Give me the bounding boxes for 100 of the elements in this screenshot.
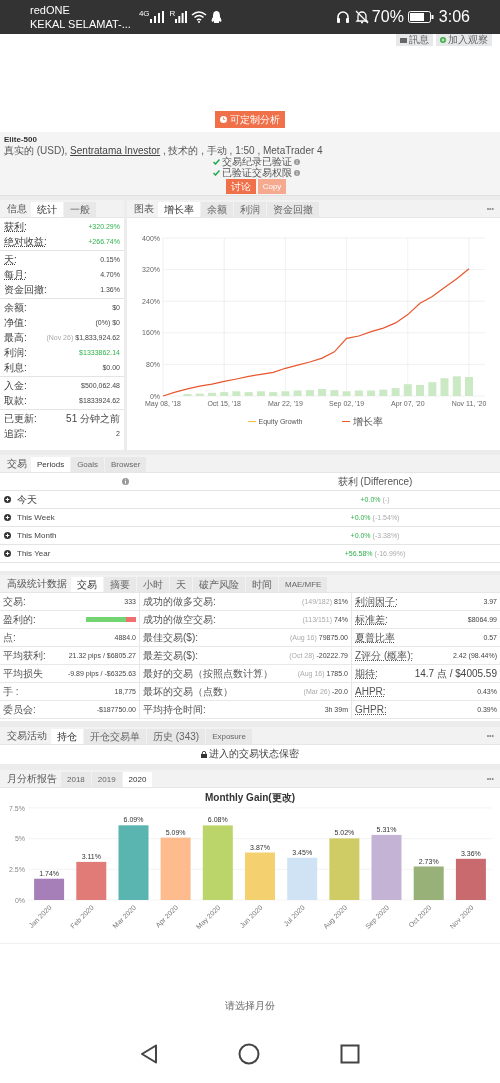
stat-value: 14.7 点 / $4005.59	[414, 668, 497, 679]
stat-label: 资金回撤:	[4, 284, 47, 295]
home-icon[interactable]	[238, 1043, 260, 1065]
legend-swatch	[247, 420, 256, 423]
panel-title: 月分析报告	[6, 774, 58, 786]
expand-icon[interactable]	[4, 532, 11, 539]
stat-label: 最高:	[4, 332, 27, 343]
bar	[367, 390, 376, 396]
expand-icon[interactable]	[4, 514, 11, 521]
stat-label: 绝对收益:	[4, 236, 47, 247]
chart-title: Monthly Gain(更改)	[205, 792, 295, 803]
operator-name: KEKAL SELAMAT-...	[30, 17, 131, 31]
network-type: 4G	[138, 10, 150, 18]
tab[interactable]: Goals	[71, 457, 105, 472]
tab[interactable]: 统计	[31, 202, 63, 217]
bar	[342, 391, 351, 396]
tab[interactable]: 2019	[91, 772, 122, 787]
bar	[208, 392, 216, 396]
stat-label: 成功的做多交易:	[143, 596, 216, 607]
bar	[244, 392, 253, 396]
penguin-icon	[211, 10, 223, 24]
stat-label: Z评分 (概率):	[355, 650, 414, 661]
bar	[354, 390, 363, 396]
bar	[452, 376, 461, 397]
stat-label: 余额:	[4, 302, 27, 313]
analysis-button[interactable]: 可定制分析	[215, 111, 285, 128]
info-icon[interactable]	[293, 169, 300, 176]
verification-label: 已验证交易权限	[221, 167, 292, 178]
stat-label: 最好的交易（按照点数计算）	[143, 668, 273, 679]
toolbar-button[interactable]: 訊息	[396, 34, 433, 46]
stat-label: 已更新:	[4, 413, 37, 424]
legend-label: 增长率	[353, 416, 384, 427]
info-icon[interactable]	[121, 478, 129, 485]
stat-label: 净值:	[4, 317, 27, 328]
expand-icon[interactable]	[4, 496, 11, 503]
stat-label: 标准差:	[355, 614, 388, 625]
stat-label: 最佳交易($):	[143, 632, 198, 643]
bar	[330, 390, 339, 396]
tab[interactable]: 开仓交易单	[84, 729, 146, 744]
bar	[403, 384, 412, 396]
tab[interactable]: 一般	[64, 202, 96, 217]
tab[interactable]: Browser	[105, 457, 147, 472]
tab[interactable]: 时间	[246, 577, 278, 592]
bar	[318, 388, 327, 396]
tab[interactable]: 增长率	[158, 202, 200, 217]
tab[interactable]: Exposure	[206, 729, 252, 744]
tab[interactable]: 持仓	[51, 729, 83, 744]
stat-label: 平均获利:	[3, 650, 46, 661]
battery-icon	[407, 11, 434, 23]
broker-link[interactable]: Sentratama Investor	[70, 145, 161, 156]
stat-label: 手 :	[3, 686, 19, 697]
stat-label: 成功的做空交易:	[143, 614, 216, 625]
privacy-message: 进入的交易状态保密	[209, 749, 299, 759]
battery-percent: 70%	[371, 8, 404, 26]
stat-label: 追踪:	[4, 428, 27, 439]
stat-label: 入金:	[4, 380, 27, 391]
tab[interactable]: 天	[170, 577, 192, 592]
tab[interactable]: 小时	[137, 577, 169, 592]
stat-label: 平均持仓时间:	[143, 704, 206, 715]
stat-label: 平均损失	[3, 668, 43, 679]
tab[interactable]: 资金回撤	[267, 202, 319, 217]
info-icon[interactable]	[293, 158, 300, 165]
stat-label: 每月:	[4, 269, 27, 280]
panel-title: 交易	[6, 459, 28, 471]
stat-label: 取款:	[4, 395, 27, 406]
signal-icon	[175, 11, 188, 23]
bar	[232, 391, 241, 396]
wifi-icon	[191, 11, 208, 23]
recents-icon[interactable]	[340, 1044, 360, 1064]
stat-label: 最坏的交易（点数）	[143, 686, 233, 697]
signal-icon	[149, 11, 164, 23]
period-label: This Month	[17, 530, 57, 541]
stat-label: 交易:	[3, 596, 26, 607]
tab[interactable]: 利润	[234, 202, 266, 217]
discuss-button[interactable]: 讨论	[225, 179, 256, 194]
bar	[465, 377, 473, 396]
toolbar-button[interactable]: 加入观察	[436, 34, 492, 46]
tab[interactable]: 2020	[122, 772, 153, 787]
verification-label: 交易纪录已验证	[221, 156, 292, 167]
stat-label: GHPR:	[355, 704, 387, 715]
stat-value: 51 分钟之前	[66, 413, 120, 424]
tab[interactable]: 2018	[61, 772, 91, 787]
tab[interactable]: 交易	[71, 577, 103, 592]
tab[interactable]: 余额	[201, 202, 233, 217]
tab[interactable]: Periods	[31, 457, 71, 472]
panel-title: 图表	[133, 204, 155, 216]
bar	[416, 384, 424, 396]
bar	[428, 382, 437, 396]
back-icon[interactable]	[140, 1044, 158, 1064]
tab[interactable]: 历史 (343)	[147, 729, 206, 744]
stat-label: 盈利的:	[3, 614, 36, 625]
bar	[440, 378, 449, 396]
stat-label: 最差交易($):	[143, 650, 198, 661]
bar	[293, 390, 302, 396]
expand-icon[interactable]	[4, 550, 11, 557]
tab[interactable]: 破产风险	[193, 577, 245, 592]
tab[interactable]: 摘要	[104, 577, 136, 592]
tab[interactable]: MAE/MFE	[279, 577, 328, 592]
stat-label: AHPR:	[355, 686, 386, 697]
bar	[256, 391, 265, 396]
